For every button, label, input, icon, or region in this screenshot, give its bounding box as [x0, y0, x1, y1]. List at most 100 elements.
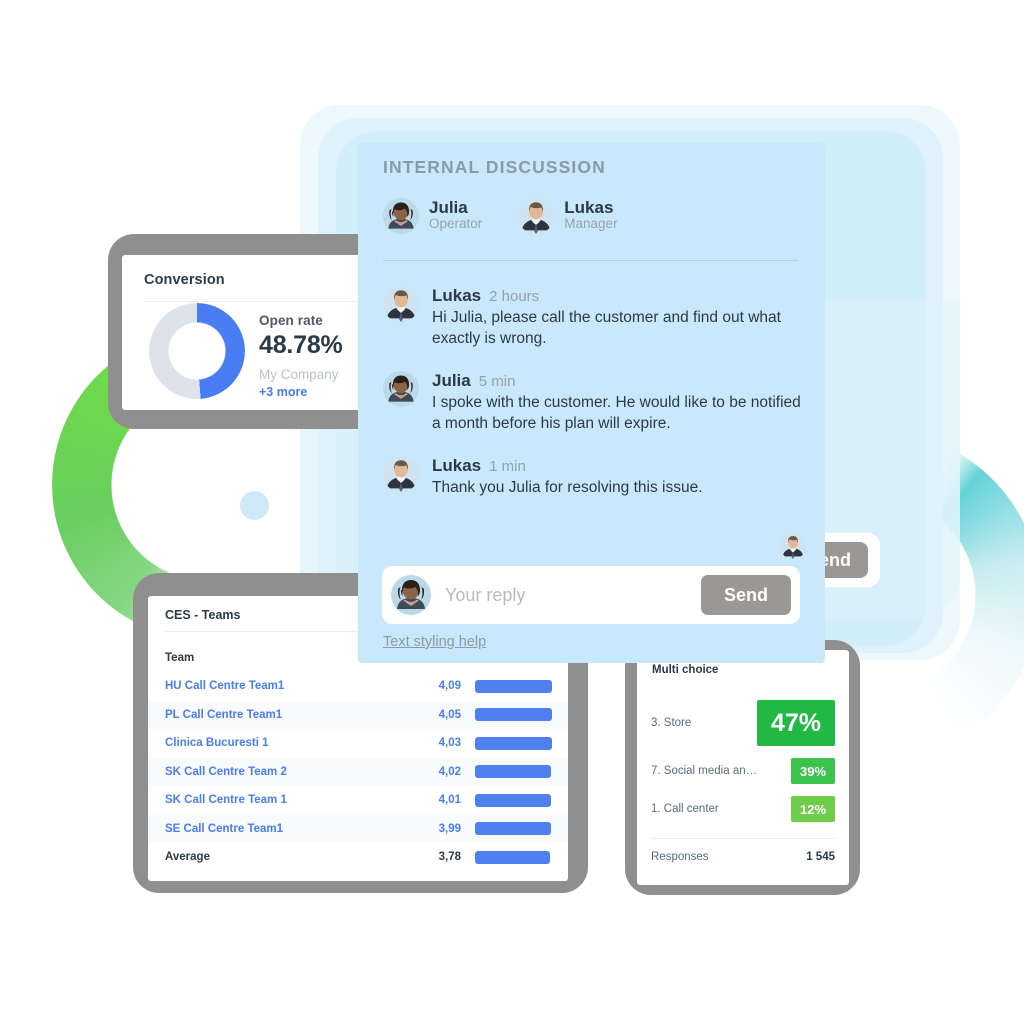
team-name: SK Call Centre Team 2: [165, 765, 287, 778]
table-row: Average 3,78: [148, 843, 568, 872]
text-styling-help-link[interactable]: Text styling help: [383, 634, 486, 650]
multi-choice-footer: Responses 1 545: [651, 851, 835, 863]
team-bar-cell: [461, 765, 554, 779]
team-bar-cell: [461, 708, 554, 722]
ces-column-team: Team: [165, 652, 195, 664]
company-label: My Company: [259, 367, 339, 382]
message-text: Hi Julia, please call the customer and f…: [432, 309, 781, 347]
participants-row: Julia Operator Lukas Manager: [383, 198, 618, 234]
message-header: Lukas 1 min: [432, 456, 803, 476]
table-row: HU Call Centre Team1 4,09: [148, 672, 568, 701]
team-score: 4,02: [438, 765, 461, 778]
choice-label: 3. Store: [651, 717, 692, 729]
team-name: SE Call Centre Team1: [165, 822, 284, 835]
list-item: 7. Social media an… 39%: [637, 752, 849, 790]
message-author: Lukas: [432, 456, 482, 476]
team-bar: [475, 793, 551, 807]
multi-choice-card: Multi choice 3. Store 47% 7. Social media …: [637, 650, 849, 885]
team-bar-cell: [461, 793, 554, 807]
responses-value: 1 545: [806, 851, 835, 863]
table-row: SK Call Centre Team 1 4,01: [148, 786, 568, 815]
team-bar-cell: [461, 822, 554, 836]
team-score: 4,05: [438, 708, 461, 721]
table-row: Clinica Bucuresti 1 4,03: [148, 729, 568, 758]
lukas-avatar: [518, 198, 555, 234]
more-link[interactable]: +3 more: [259, 385, 343, 399]
team-bar-cell: [461, 850, 554, 864]
ces-card-title: CES - Teams: [165, 608, 241, 622]
reply-input[interactable]: Your reply: [445, 585, 701, 606]
choice-percentage: 47%: [757, 700, 835, 746]
participant-name: Julia: [429, 197, 468, 217]
team-name: Clinica Bucuresti 1: [165, 737, 269, 750]
team-score: 3,99: [438, 822, 461, 835]
message: Lukas 2 hours Hi Julia, please call the cu…: [383, 286, 803, 349]
participant-role: Manager: [564, 216, 618, 232]
message: Lukas 1 min Thank you Julia for resolving …: [383, 456, 803, 499]
multi-choice-list: 3. Store 47% 7. Social media an… 39% 1. Call…: [637, 694, 849, 828]
julia-avatar: [391, 575, 431, 615]
table-row: SK Call Centre Team 2 4,02: [148, 757, 568, 786]
team-bar-cell: [461, 736, 554, 750]
conversion-metrics: Open rate 48.78% My Company +3 more: [259, 313, 343, 399]
responses-label: Responses: [651, 851, 709, 863]
message-author: Julia: [432, 371, 471, 391]
list-item: 3. Store 47%: [637, 694, 849, 752]
message: Julia 5 min I spoke with the customer. He …: [383, 371, 803, 434]
table-row: PL Call Centre Team1 4,05: [148, 700, 568, 729]
team-bar: [475, 822, 551, 836]
julia-avatar: [383, 371, 419, 408]
message-header: Julia 5 min: [432, 371, 803, 391]
blue-dot-decoration: [240, 491, 269, 520]
team-score: 3,78: [438, 851, 461, 864]
lukas-avatar: [383, 286, 419, 322]
team-bar-cell: [461, 679, 554, 693]
choice-label: 1. Call center: [651, 803, 719, 815]
message-list: Lukas 2 hours Hi Julia, please call the cu…: [383, 286, 803, 521]
team-bar: [475, 850, 551, 864]
ces-table: Team HU Call Centre Team1 4,09 PL Call Cen…: [148, 644, 568, 872]
team-bar: [475, 765, 551, 779]
team-name: HU Call Centre Team1: [165, 680, 285, 693]
message-time: 2 hours: [489, 288, 540, 305]
reply-row: Your reply Send: [382, 566, 800, 624]
conversion-divider: [144, 301, 394, 302]
lukas-avatar: [383, 456, 419, 493]
participants-divider: [383, 260, 798, 261]
multi-choice-title: Multi choice: [652, 664, 719, 676]
list-item: 1. Call center 12%: [637, 790, 849, 828]
floating-lukas-avatar: [780, 533, 806, 559]
multi-choice-divider: [651, 838, 835, 839]
choice-percentage: 12%: [791, 796, 835, 822]
team-score: 4,01: [438, 794, 461, 807]
open-rate-value: 48.78%: [259, 331, 343, 359]
participant-julia: Julia Operator: [383, 198, 482, 234]
message-text: I spoke with the customer. He would like…: [432, 394, 801, 432]
message-text: Thank you Julia for resolving this issue…: [432, 479, 703, 497]
message-author: Lukas: [432, 286, 482, 305]
team-bar: [475, 708, 552, 722]
conversion-card-title: Conversion: [144, 272, 225, 288]
open-rate-label: Open rate: [259, 313, 323, 328]
team-name: PL Call Centre Team1: [165, 708, 283, 721]
open-rate-donut-chart: [149, 303, 245, 399]
message-time: 5 min: [478, 373, 516, 391]
participant-role: Operator: [429, 216, 483, 232]
participant-lukas: Lukas Manager: [518, 197, 618, 234]
send-button[interactable]: Send: [701, 575, 791, 615]
team-name: SK Call Centre Team 1: [165, 794, 287, 807]
choice-percentage: 39%: [791, 758, 835, 784]
julia-avatar: [383, 198, 419, 234]
team-score: 4,03: [438, 737, 461, 750]
participant-name: Lukas: [564, 197, 614, 217]
illustration-stage: Conversion Open rate 48.78% My Company +…: [0, 0, 1024, 1024]
message-time: 1 min: [489, 458, 526, 476]
table-row: SE Call Centre Team1 3,99: [148, 814, 568, 843]
team-score: 4,09: [438, 680, 461, 693]
team-bar: [475, 679, 553, 693]
panel-title: INTERNAL DISCUSSION: [383, 157, 606, 177]
message-header: Lukas 2 hours: [432, 286, 803, 306]
team-name: Average: [165, 851, 210, 864]
choice-label: 7. Social media an…: [651, 765, 758, 777]
team-bar: [475, 736, 552, 750]
